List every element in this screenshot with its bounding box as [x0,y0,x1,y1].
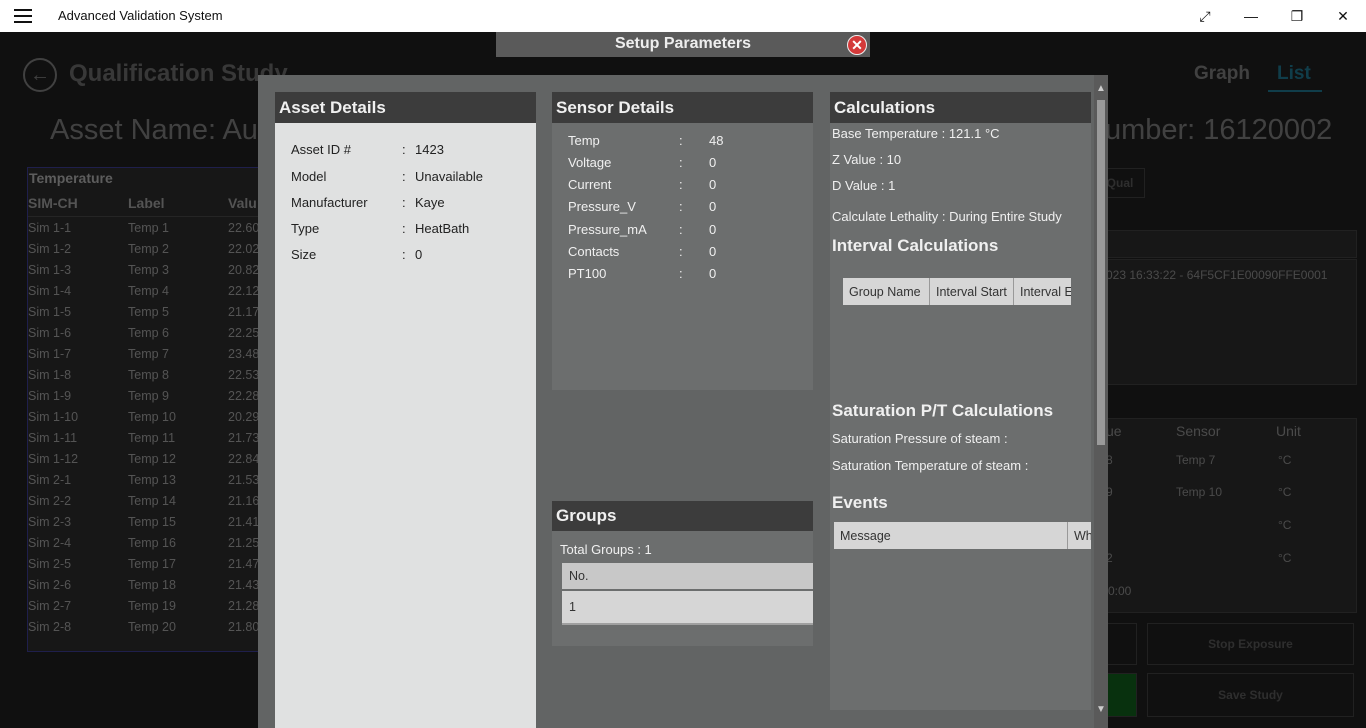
sensor-field-label: Pressure_mA [568,222,647,237]
separator: : [402,169,406,184]
sensor-field-value: 0 [709,222,717,237]
asset-field-value: 1423 [415,142,444,157]
column-header[interactable]: Message [834,522,1068,549]
separator: : [679,199,683,214]
saturation-temperature: Saturation Temperature of steam : [832,458,1029,473]
asset-field-value: Unavailable [415,169,483,184]
separator: : [679,244,683,259]
total-groups: Total Groups : 1 [560,542,652,557]
column-header[interactable]: Interval E [1014,278,1071,305]
d-value: D Value : 1 [832,178,896,193]
sensor-field-label: Voltage [568,155,612,170]
separator: : [402,195,406,210]
sensor-field-label: Contacts [568,244,620,259]
sensor-field-label: Current [568,177,612,192]
separator: : [402,221,406,236]
restore-icon[interactable]: ❐ [1274,0,1320,32]
sensor-field-value: 48 [709,133,724,148]
separator: : [679,266,683,281]
events-table-header: Message Wh [834,522,1091,549]
app-title: Advanced Validation System [58,8,223,23]
separator: : [679,222,683,237]
separator: : [679,177,683,192]
sensor-details-header: Sensor Details [552,92,813,123]
groups-column-header: No. [562,563,813,589]
interval-table-header: Group Name Interval Start Interval E [843,278,1071,305]
asset-field-label: Model [291,169,327,184]
dialog-title: Setup Parameters [614,35,752,52]
asset-details-header: Asset Details [275,92,536,123]
column-header[interactable]: Group Name [843,278,930,305]
sensor-field-label: Temp [568,133,600,148]
title-bar: Advanced Validation System ⤢ — ❐ ✕ [0,0,1366,32]
close-icon[interactable]: ✕ [847,35,867,55]
column-header[interactable]: Interval Start [930,278,1014,305]
dialog-title-bar: Setup Parameters ✕ [496,32,870,57]
dialog-scrollbar[interactable]: ▲ ▼ [1094,75,1108,728]
z-value: Z Value : 10 [832,152,902,167]
minimize-icon[interactable]: — [1228,0,1274,32]
sensor-field-value: 0 [709,244,717,259]
scroll-down-icon[interactable]: ▼ [1094,704,1108,720]
separator: : [402,142,406,157]
fullscreen-icon[interactable]: ⤢ [1182,0,1228,32]
calculations-header: Calculations [830,92,1091,123]
separator: : [402,247,406,262]
groups-panel: Groups Total Groups : 1 No. 1 [552,501,813,646]
events-header: Events [832,493,888,512]
asset-field-value: Kaye [415,195,445,210]
scrollbar-thumb[interactable] [1097,100,1105,445]
asset-field-label: Manufacturer [291,195,368,210]
sensor-field-label: PT100 [568,266,607,281]
sensor-field-value: 0 [709,199,717,214]
asset-details-panel: Asset Details [275,92,536,728]
close-window-icon[interactable]: ✕ [1320,0,1366,32]
asset-field-value: HeatBath [415,221,470,236]
separator: : [679,155,683,170]
saturation-header: Saturation P/T Calculations [832,401,1054,420]
groups-header: Groups [552,501,813,531]
scroll-up-icon[interactable]: ▲ [1094,83,1108,99]
calculate-lethality: Calculate Lethality : During Entire Stud… [832,209,1062,224]
asset-field-label: Asset ID # [291,142,351,157]
table-row[interactable]: 1 [562,591,813,625]
sensor-field-value: 0 [709,177,717,192]
sensor-field-label: Pressure_V [568,199,636,214]
asset-field-label: Size [291,247,317,262]
calculations-panel: Calculations Base Temperature : 121.1 °C… [830,92,1091,710]
column-header[interactable]: Wh [1068,522,1091,549]
sensor-field-value: 0 [709,155,717,170]
asset-field-label: Type [291,221,320,236]
asset-field-value: 0 [415,247,423,262]
interval-calculations-header: Interval Calculations [832,236,999,255]
saturation-pressure: Saturation Pressure of steam : [832,431,1008,446]
base-temperature: Base Temperature : 121.1 °C [832,126,1000,141]
separator: : [679,133,683,148]
sensor-field-value: 0 [709,266,717,281]
hamburger-menu-icon[interactable] [14,9,32,23]
